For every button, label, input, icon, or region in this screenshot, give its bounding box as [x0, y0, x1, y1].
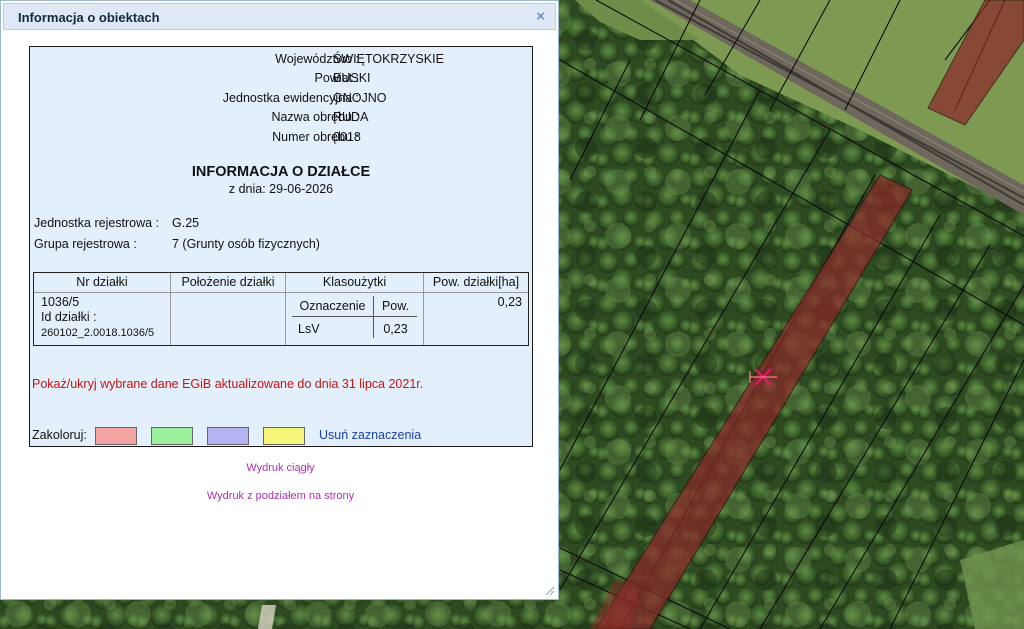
registry-row-group: Grupa rejestrowa : 7 (Grunty osób fizycz… [34, 237, 320, 251]
land-class-header-code: Oznaczenie [299, 299, 366, 313]
resize-grip-icon[interactable] [545, 586, 555, 596]
swatch-blue[interactable] [207, 427, 249, 445]
land-class-subtable: Oznaczenie Pow. LsV 0,23 [292, 296, 417, 338]
colorize-label: Zakoloruj: [32, 428, 87, 442]
registry-row-unit: Jednostka rejestrowa : G.25 [34, 216, 199, 230]
admin-row-precinct-name: Nazwa obrębu : RUDA [30, 110, 532, 130]
registry-value: 7 (Grunty osób fizycznych) [172, 237, 320, 251]
parcel-number: 1036/5 [41, 295, 80, 309]
registry-label: Grupa rejestrowa : [34, 237, 137, 251]
land-class-code: LsV [298, 322, 320, 336]
admin-value: RUDA [333, 110, 369, 124]
table-header-land-class: Klasoużytki [322, 275, 387, 289]
table-header-number: Nr działki [76, 275, 128, 289]
parcel-id-label: Id działki : [41, 310, 97, 324]
admin-row-county: Powiat : BUSKI [30, 71, 532, 91]
swatch-red[interactable] [95, 427, 137, 445]
print-continuous-link[interactable]: Wydruk ciągły [1, 462, 560, 474]
table-header-location: Położenie działki [181, 275, 275, 289]
table-header-area: Pow. działki[ha] [432, 275, 520, 289]
admin-value: ŚWIĘTOKRZYSKIE [333, 52, 444, 66]
land-class-area: 0,23 [383, 322, 408, 336]
parcel-info-panel: Województwo : ŚWIĘTOKRZYSKIE Powiat : BU… [29, 46, 533, 447]
print-pages-link[interactable]: Wydruk z podziałem na strony [1, 490, 560, 502]
parcel-area: 0,23 [497, 295, 522, 309]
registry-label: Jednostka rejestrowa : [34, 216, 160, 230]
egib-toggle-link[interactable]: Pokaż/ukryj wybrane dane EGiB aktualizow… [32, 377, 423, 391]
close-icon[interactable]: × [536, 8, 545, 25]
land-class-header-area: Pow. [381, 299, 410, 313]
admin-row-unit: Jednostka ewidencyjna : GNOJNO [30, 91, 532, 111]
admin-value: BUSKI [333, 71, 371, 85]
swatch-green[interactable] [151, 427, 193, 445]
admin-value: 0018 [333, 130, 361, 144]
registry-value: G.25 [172, 216, 200, 230]
admin-value: GNOJNO [333, 91, 387, 105]
parcel-info-heading: INFORMACJA O DZIAŁCE [191, 164, 371, 180]
admin-row-voivodeship: Województwo : ŚWIĘTOKRZYSKIE [30, 52, 532, 72]
swatch-yellow[interactable] [263, 427, 305, 445]
parcel-id: 260102_2.0018.1036/5 [41, 327, 155, 339]
object-info-dialog: Informacja o obiektach × Województwo : Ś… [0, 0, 559, 600]
admin-row-precinct-number: Numer obrębu : 0018 [30, 130, 532, 150]
parcel-info-date: z dnia: 29-06-2026 [228, 182, 334, 196]
dialog-title: Informacja o obiektach [18, 10, 160, 25]
dialog-titlebar[interactable]: Informacja o obiektach × [3, 3, 556, 30]
parcel-table: Nr działki Położenie działki Klasoużytki… [33, 272, 529, 346]
clear-selection-link[interactable]: Usuń zaznaczenia [319, 428, 421, 442]
